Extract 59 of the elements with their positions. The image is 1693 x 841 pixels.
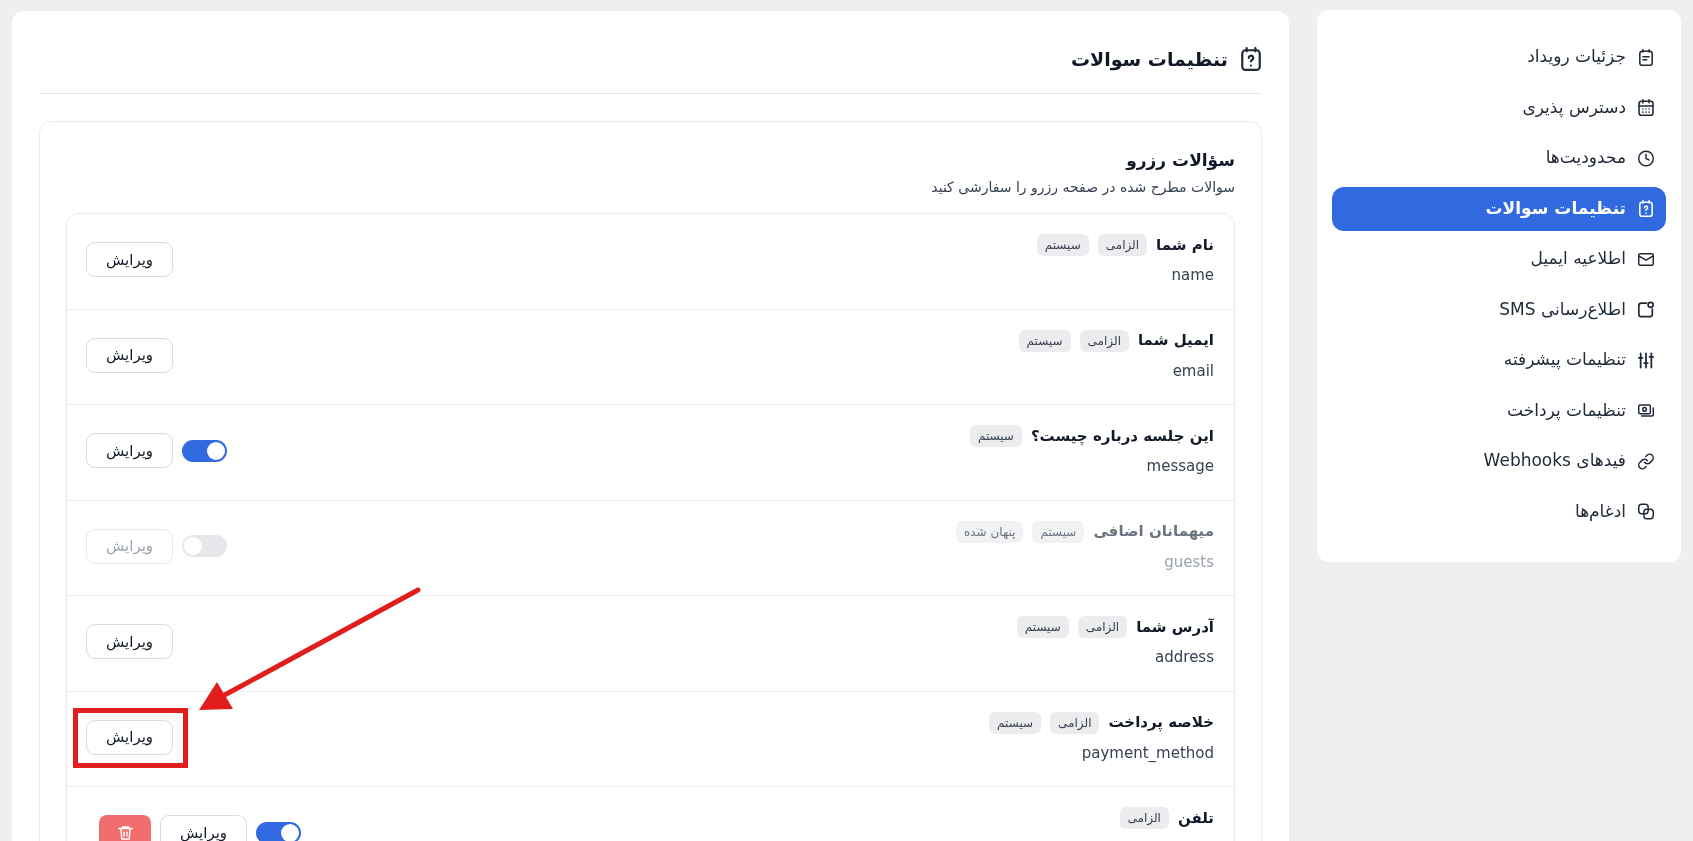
- question-title: میهمانان اضافی: [1093, 521, 1214, 543]
- sidebar-item[interactable]: جزئیات رویداد: [1332, 35, 1666, 79]
- sidebar-item[interactable]: تنظیمات سوالات: [1332, 186, 1666, 231]
- question-title: ایمیل شما: [1138, 330, 1214, 352]
- sidebar-item[interactable]: تنظیمات پرداخت: [1332, 388, 1666, 433]
- field-key: message: [1146, 456, 1214, 476]
- question-tag: الزامی: [1097, 234, 1148, 256]
- edit-button[interactable]: ویرایش: [86, 337, 173, 373]
- edit-button[interactable]: ویرایش: [160, 815, 247, 841]
- overlapping-squares-icon: [1638, 503, 1654, 520]
- question-title: خلاصه پرداخت: [1108, 712, 1214, 734]
- page-title: تنظیمات سوالات: [1070, 47, 1228, 71]
- sidebar-item[interactable]: دسترس پذیری: [1332, 85, 1666, 130]
- toggle-switch[interactable]: [256, 821, 301, 841]
- sidebar-item[interactable]: اطلاعیه ایمیل: [1332, 237, 1666, 281]
- section-subtitle: سوالات مطرح شده در صفحه رزرو را سفارشی کنید: [930, 178, 1235, 197]
- question-tag: سیستم: [1036, 234, 1089, 256]
- question-tag: سیستم: [1018, 329, 1071, 352]
- field-key: guests: [1164, 551, 1214, 572]
- question-title: تلفن: [1177, 807, 1214, 829]
- edit-button[interactable]: ویرایش: [86, 433, 173, 468]
- question-tag: الزامی: [1050, 711, 1100, 734]
- link-icon: [1638, 452, 1654, 470]
- field-key: address: [1155, 647, 1214, 667]
- sidebar-item[interactable]: اطلاع‌رسانی SMS: [1332, 287, 1666, 332]
- sidebar-item[interactable]: ادغام‌ها: [1332, 489, 1666, 534]
- sliders-icon: [1638, 351, 1654, 369]
- field-key: name: [1171, 265, 1214, 285]
- field-key: payment_method: [1081, 742, 1214, 763]
- sidebar-item[interactable]: تنظیمات پیشرفته: [1332, 338, 1666, 382]
- section-title: سؤالات رزرو: [1124, 149, 1235, 172]
- question-icon: [1240, 47, 1262, 71]
- question-icon: [1638, 200, 1654, 217]
- calendar-icon: [1638, 99, 1654, 116]
- edit-button[interactable]: ویرایش: [86, 624, 173, 659]
- question-tag: الزامی: [1077, 616, 1128, 638]
- question-title: نام شما: [1156, 234, 1214, 256]
- edit-button[interactable]: ویرایش: [86, 242, 173, 277]
- question-tag: سیستم: [969, 425, 1022, 447]
- question-tag: پنهان شده: [956, 520, 1024, 543]
- sidebar-item[interactable]: محدودیت‌ها: [1332, 136, 1666, 180]
- clock-icon: [1638, 149, 1654, 167]
- question-tag: سیستم: [1016, 616, 1069, 638]
- question-tag: سیستم: [1032, 520, 1085, 543]
- question-title: آدرس شما: [1136, 616, 1214, 638]
- trash-icon: [117, 825, 133, 840]
- square-dot-icon: [1638, 301, 1654, 318]
- edit-button[interactable]: ویرایش: [86, 719, 173, 755]
- question-tag: الزامی: [1119, 807, 1169, 829]
- notepad-icon: [1638, 48, 1654, 66]
- toggle-switch[interactable]: [182, 439, 227, 462]
- question-tag: الزامی: [1079, 329, 1129, 352]
- field-key: email: [1172, 360, 1214, 381]
- question-title: این جلسه درباره چیست؟: [1030, 425, 1214, 448]
- sidebar-item[interactable]: فیدهای Webhooks: [1332, 439, 1666, 483]
- cash-icon: [1638, 402, 1654, 419]
- delete-button[interactable]: [99, 815, 151, 841]
- mail-icon: [1638, 250, 1654, 268]
- question-tag: سیستم: [989, 711, 1042, 734]
